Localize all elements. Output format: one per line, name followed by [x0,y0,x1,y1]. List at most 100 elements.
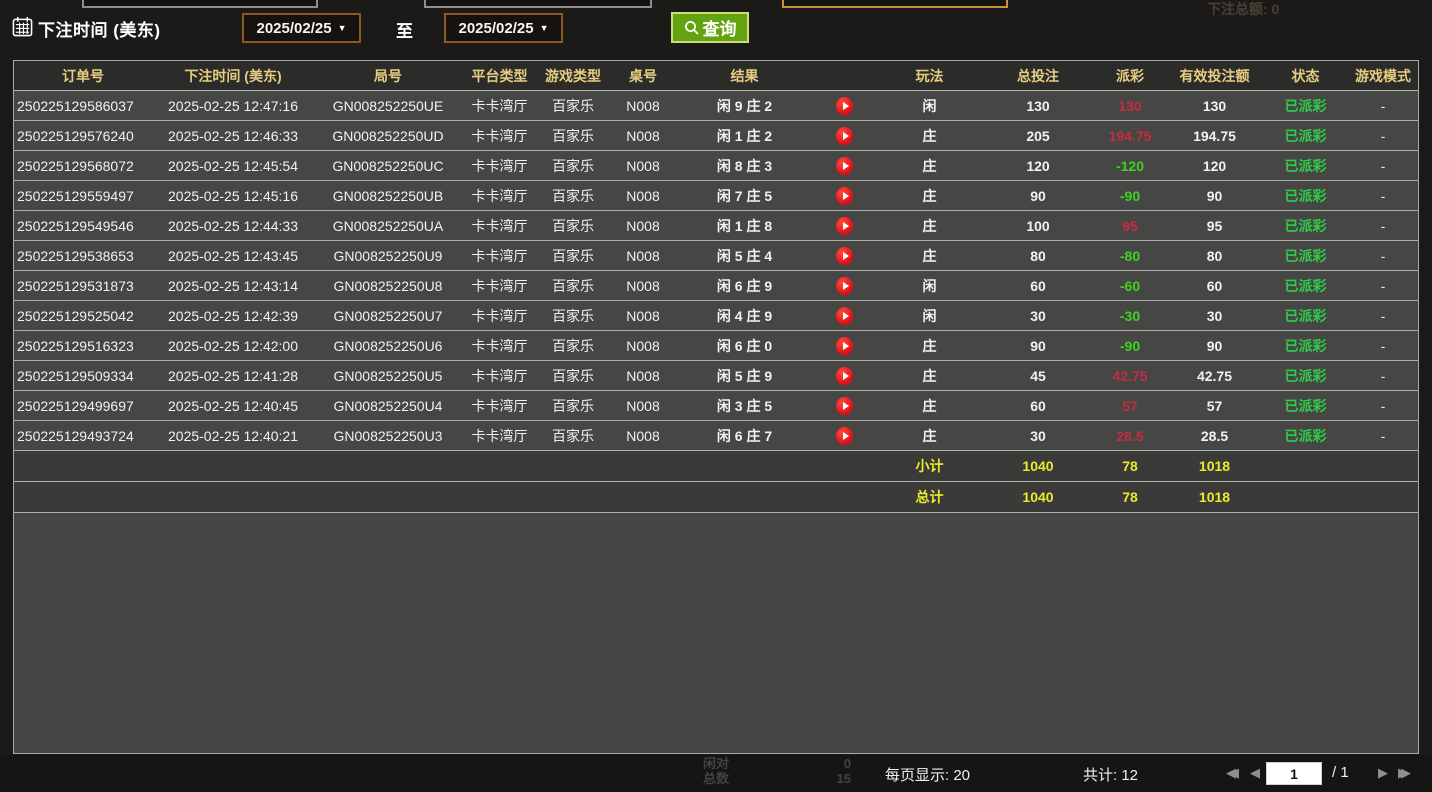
cell-order: 250225129559497 [14,181,152,210]
column-header: 有效投注额 [1166,61,1263,90]
cell-table: N008 [609,121,677,150]
cell-order: 250225129516323 [14,331,152,360]
cell-valid_bet: 60 [1166,271,1263,300]
subtotal-row: 小计 1040 78 1018 [14,451,1418,482]
cell-status: 已派彩 [1263,421,1348,450]
cell-platform: 卡卡湾厅 [462,121,537,150]
cell-bet_on: 庄 [877,181,982,210]
date-to-select[interactable]: 2025/02/25 ▼ [444,13,563,43]
play-icon[interactable] [836,217,853,235]
cell-time: 2025-02-25 12:42:39 [152,301,314,330]
query-button[interactable]: 查询 [671,12,749,43]
cell-valid_bet: 90 [1166,181,1263,210]
play-icon[interactable] [836,157,853,175]
cell-replay [812,211,877,240]
cell-result: 闲 8 庄 3 [677,151,812,180]
table-body: 2502251295860372025-02-25 12:47:16GN0082… [14,91,1418,451]
play-icon[interactable] [836,277,853,295]
cell-game: 百家乐 [537,421,609,450]
cell-game: 百家乐 [537,271,609,300]
cell-replay [812,331,877,360]
cell-game: 百家乐 [537,181,609,210]
date-from-value: 2025/02/25 [257,20,332,37]
cell-game: 百家乐 [537,151,609,180]
cell-status: 已派彩 [1263,211,1348,240]
cell-bet_on: 庄 [877,121,982,150]
cell-round: GN008252250U7 [314,301,462,330]
calendar-icon [12,16,33,37]
page-number-input[interactable] [1266,762,1322,785]
cell-game: 百家乐 [537,391,609,420]
grand-total-payout: 78 [1094,482,1166,512]
cell-game: 百家乐 [537,361,609,390]
cell-platform: 卡卡湾厅 [462,241,537,270]
cell-order: 250225129538653 [14,241,152,270]
play-icon[interactable] [836,397,853,415]
cell-result: 闲 1 庄 8 [677,211,812,240]
cell-replay [812,91,877,120]
date-from-select[interactable]: 2025/02/25 ▼ [242,13,361,43]
cell-valid_bet: 80 [1166,241,1263,270]
cell-status: 已派彩 [1263,271,1348,300]
last-page-icon[interactable]: ▶▶ [1398,765,1411,781]
cutoff-input-box-2[interactable] [424,0,652,8]
cell-platform: 卡卡湾厅 [462,211,537,240]
cell-result: 闲 6 庄 7 [677,421,812,450]
play-icon[interactable] [836,337,853,355]
chevron-down-icon: ▼ [338,23,347,33]
play-icon[interactable] [836,307,853,325]
play-icon[interactable] [836,97,853,115]
cutoff-input-box-1[interactable] [82,0,318,8]
page-total-label: / 1 [1332,764,1349,781]
cell-round: GN008252250UE [314,91,462,120]
prev-page-icon[interactable]: ◀ [1250,765,1260,781]
cell-table: N008 [609,361,677,390]
table-row: 2502251295386532025-02-25 12:43:45GN0082… [14,241,1418,271]
cell-valid_bet: 28.5 [1166,421,1263,450]
cell-total_bet: 100 [982,211,1094,240]
cell-result: 闲 4 庄 9 [677,301,812,330]
cell-status: 已派彩 [1263,331,1348,360]
cell-game: 百家乐 [537,211,609,240]
play-icon[interactable] [836,247,853,265]
table-row: 2502251295250422025-02-25 12:42:39GN0082… [14,301,1418,331]
cell-mode: - [1348,121,1418,150]
play-icon[interactable] [836,427,853,445]
cell-order: 250225129525042 [14,301,152,330]
cell-replay [812,271,877,300]
cell-valid_bet: 120 [1166,151,1263,180]
cell-total_bet: 45 [982,361,1094,390]
cell-bet_on: 庄 [877,361,982,390]
cell-valid_bet: 42.75 [1166,361,1263,390]
play-icon[interactable] [836,367,853,385]
cell-status: 已派彩 [1263,121,1348,150]
date-to-value: 2025/02/25 [459,20,534,37]
play-icon[interactable] [836,127,853,145]
cutoff-input-box-3[interactable] [782,0,1008,8]
first-page-icon[interactable]: ◀◀ [1226,765,1239,781]
cell-result: 闲 5 庄 9 [677,361,812,390]
cell-mode: - [1348,331,1418,360]
cell-round: GN008252250UB [314,181,462,210]
cell-total_bet: 130 [982,91,1094,120]
column-header: 总投注 [982,61,1094,90]
next-page-icon[interactable]: ▶ [1378,765,1388,781]
table-row: 2502251295594972025-02-25 12:45:16GN0082… [14,181,1418,211]
column-header: 桌号 [609,61,677,90]
cell-order: 250225129576240 [14,121,152,150]
cell-result: 闲 7 庄 5 [677,181,812,210]
cell-table: N008 [609,421,677,450]
total-count-label: 共计: 12 [1083,764,1138,785]
cell-order: 250225129586037 [14,91,152,120]
cell-time: 2025-02-25 12:43:14 [152,271,314,300]
cell-bet_on: 闲 [877,271,982,300]
subtotal-payout: 78 [1094,451,1166,481]
play-icon[interactable] [836,187,853,205]
cell-table: N008 [609,301,677,330]
cell-result: 闲 3 庄 5 [677,391,812,420]
cell-round: GN008252250U6 [314,331,462,360]
cell-round: GN008252250U4 [314,391,462,420]
cell-replay [812,181,877,210]
cell-platform: 卡卡湾厅 [462,331,537,360]
bet-time-label: 下注时间 (美东) [38,16,161,41]
